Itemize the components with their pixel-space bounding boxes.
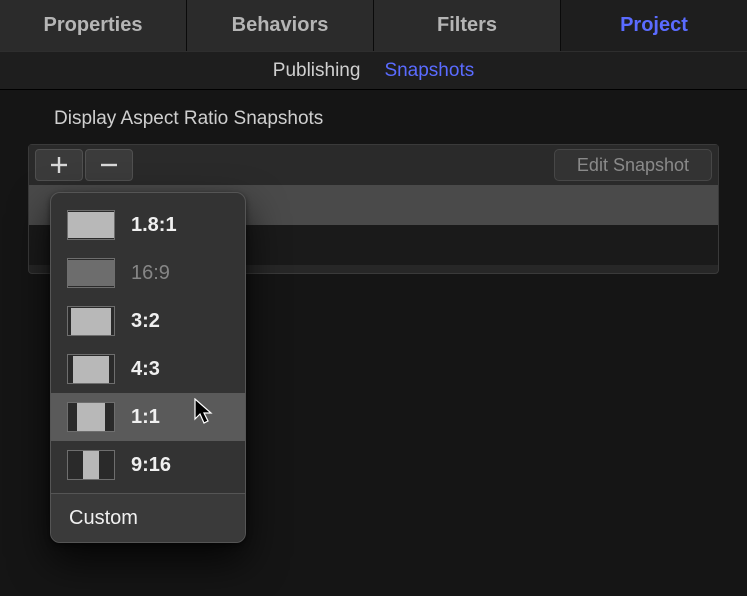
aspect-option-label: 1.8:1 — [131, 214, 177, 237]
subtab-snapshots[interactable]: Snapshots — [384, 60, 474, 82]
tab-filters[interactable]: Filters — [374, 0, 561, 51]
main-tab-bar: Properties Behaviors Filters Project — [0, 0, 747, 52]
tab-project[interactable]: Project — [561, 0, 747, 51]
tab-properties[interactable]: Properties — [0, 0, 187, 51]
section-title: Display Aspect Ratio Snapshots — [0, 108, 747, 144]
tab-behaviors[interactable]: Behaviors — [187, 0, 374, 51]
ratio-swatch-icon — [67, 450, 115, 480]
aspect-option-label: 3:2 — [131, 310, 160, 333]
minus-icon — [100, 156, 118, 174]
aspect-option-16-9: 16:9 — [51, 249, 245, 297]
aspect-option-1-1[interactable]: 1:1 — [51, 393, 245, 441]
aspect-option-3-2[interactable]: 3:2 — [51, 297, 245, 345]
aspect-option-label: 1:1 — [131, 406, 160, 429]
aspect-option-1.8-1[interactable]: 1.8:1 — [51, 201, 245, 249]
aspect-option-9-16[interactable]: 9:16 — [51, 441, 245, 489]
sub-tab-bar: Publishing Snapshots — [0, 52, 747, 90]
ratio-swatch-icon — [67, 258, 115, 288]
remove-snapshot-button[interactable] — [85, 149, 133, 181]
aspect-option-label: 9:16 — [131, 454, 171, 477]
aspect-option-4-3[interactable]: 4:3 — [51, 345, 245, 393]
ratio-swatch-icon — [67, 306, 115, 336]
add-snapshot-button[interactable] — [35, 149, 83, 181]
plus-icon — [50, 156, 68, 174]
ratio-swatch-icon — [67, 402, 115, 432]
snapshots-toolbar: Edit Snapshot — [29, 145, 718, 185]
ratio-swatch-icon — [67, 354, 115, 384]
aspect-ratio-menu: 1.8:1 16:9 3:2 4:3 1:1 9:16 Custom — [50, 192, 246, 543]
aspect-option-label: 16:9 — [131, 262, 170, 285]
ratio-swatch-icon — [67, 210, 115, 240]
edit-snapshot-button[interactable]: Edit Snapshot — [554, 149, 712, 181]
subtab-publishing[interactable]: Publishing — [273, 60, 361, 82]
aspect-option-label: 4:3 — [131, 358, 160, 381]
aspect-option-custom[interactable]: Custom — [51, 494, 245, 542]
